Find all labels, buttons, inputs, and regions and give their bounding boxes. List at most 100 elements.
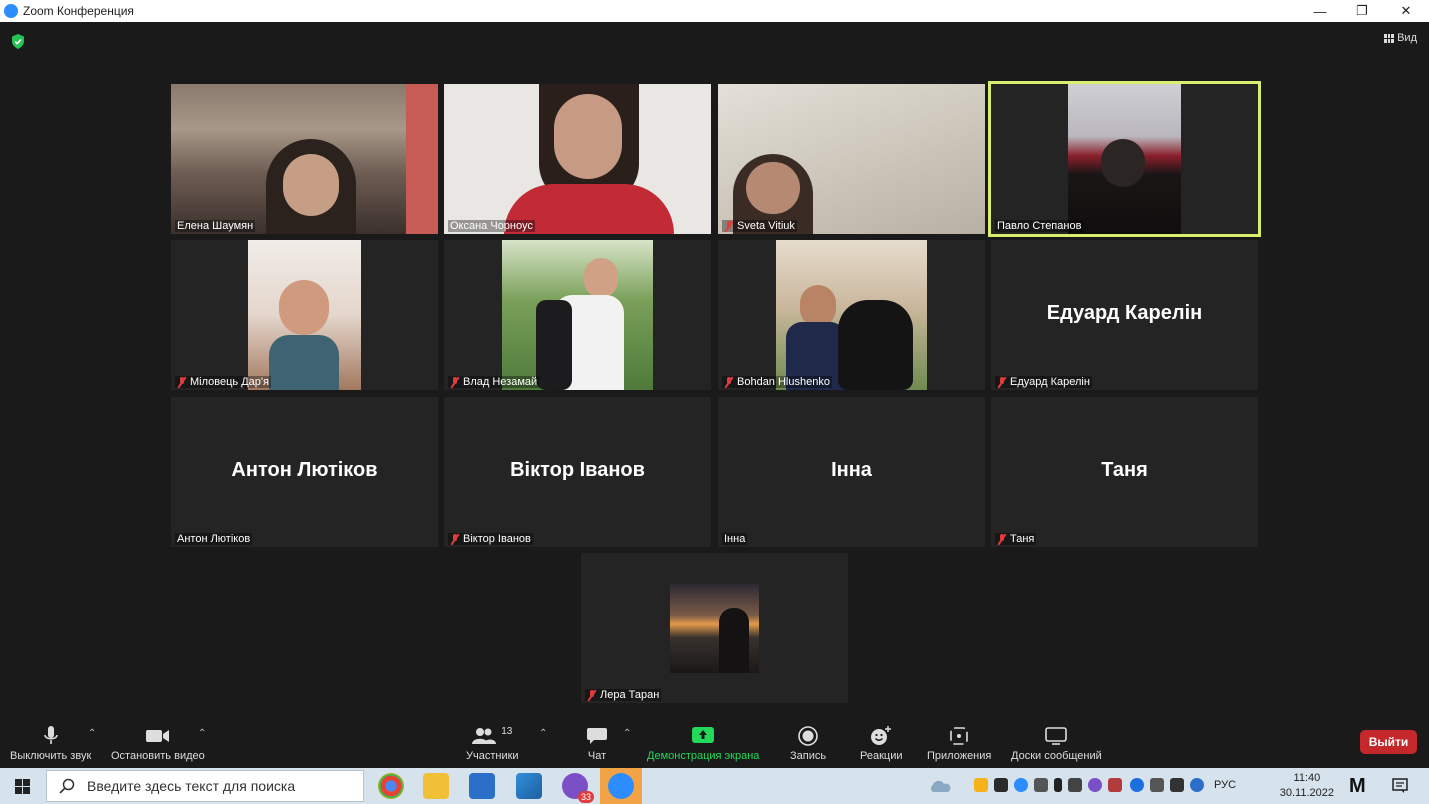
video-tile-active-speaker[interactable]: Павло Степанов xyxy=(988,81,1261,237)
video-label: Остановить видео xyxy=(111,750,205,762)
participant-name: Інна xyxy=(724,533,746,545)
antivirus-icon[interactable] xyxy=(1108,778,1122,792)
participant-video xyxy=(283,154,339,216)
meeting-toolbar: Выключить звук ⌃ Остановить видео ⌃ 13 У… xyxy=(0,720,1429,768)
participant-video xyxy=(800,285,836,327)
participant-name-tag: Едуард Карелін xyxy=(995,376,1092,388)
video-tile[interactable]: Елена Шаумян xyxy=(171,84,438,234)
clock[interactable]: 11:40 30.11.2022 xyxy=(1280,771,1334,801)
muted-mic-icon xyxy=(724,376,734,388)
notification-tray-icon[interactable] xyxy=(1068,778,1082,792)
viber-icon[interactable]: 33 xyxy=(562,773,594,803)
video-tile[interactable]: Міловець Дар'я xyxy=(171,240,438,390)
participant-video xyxy=(719,608,749,673)
participant-name-tag: Sveta Vitiuk xyxy=(722,220,797,232)
volume-icon[interactable] xyxy=(1150,778,1164,792)
participant-video xyxy=(584,258,618,298)
muted-mic-icon xyxy=(587,689,597,701)
clock-time: 11:40 xyxy=(1293,772,1321,784)
video-options-caret-icon[interactable]: ⌃ xyxy=(198,728,206,739)
notifications-icon[interactable] xyxy=(1392,778,1408,794)
zoom-taskbar-app[interactable] xyxy=(600,768,642,804)
video-tile[interactable]: Віктор Іванов Віктор Іванов xyxy=(444,397,711,547)
participant-name-tag: Антон Лютіков xyxy=(175,533,253,545)
participant-video xyxy=(838,300,913,390)
participant-name-tag: Влад Незамай xyxy=(448,376,540,388)
viber-tray-icon[interactable] xyxy=(1088,778,1102,792)
apps-button[interactable]: Приложения xyxy=(927,726,991,762)
participant-name-tag: Оксана Чорноус xyxy=(448,220,535,232)
participant-name: Віктор Іванов xyxy=(463,533,531,545)
chrome-icon[interactable] xyxy=(378,773,404,799)
photos-icon[interactable] xyxy=(516,773,542,799)
participant-name: Лера Таран xyxy=(600,689,660,701)
participant-display-name: Едуард Карелін xyxy=(1046,302,1203,324)
chat-label: Чат xyxy=(587,750,607,762)
video-tile[interactable]: Влад Незамай xyxy=(444,240,711,390)
record-button[interactable]: Запись xyxy=(790,726,826,762)
participant-video xyxy=(269,335,339,390)
participants-button[interactable]: 13 Участники xyxy=(466,726,519,762)
video-tile[interactable]: Sveta Vitiuk xyxy=(718,84,985,234)
muted-mic-icon xyxy=(724,220,734,232)
app-logo-icon[interactable]: M xyxy=(1349,775,1366,798)
maximize-button[interactable]: ❐ xyxy=(1340,0,1384,22)
zoom-tray-icon[interactable] xyxy=(1014,778,1028,792)
participant-video xyxy=(746,162,800,214)
share-screen-button[interactable]: Демонстрация экрана xyxy=(647,726,759,762)
video-tile[interactable]: Лера Таран xyxy=(581,553,848,703)
share-screen-icon xyxy=(692,726,715,746)
participants-icon: 13 xyxy=(472,726,512,746)
video-tile[interactable]: Едуард Карелін Едуард Карелін xyxy=(991,240,1258,390)
participant-display-name: Антон Лютіков xyxy=(231,459,378,481)
participant-name: Антон Лютіков xyxy=(177,533,251,545)
onedrive-cloud-icon[interactable] xyxy=(928,780,952,793)
reactions-button[interactable]: Реакции xyxy=(860,726,903,762)
camera-icon xyxy=(145,726,170,746)
clock-date: 30.11.2022 xyxy=(1279,787,1334,799)
audio-options-caret-icon[interactable]: ⌃ xyxy=(88,728,96,739)
word-icon[interactable] xyxy=(469,773,495,799)
participant-name: Павло Степанов xyxy=(997,220,1082,232)
zoom-logo-icon xyxy=(4,4,18,18)
view-button[interactable]: Вид xyxy=(1384,32,1417,44)
language-indicator[interactable]: РУС xyxy=(1214,779,1236,791)
chat-button[interactable]: Чат xyxy=(587,726,607,762)
title-bar: Zoom Конференция — ❐ ✕ xyxy=(0,0,1429,22)
bluetooth-icon[interactable] xyxy=(1130,778,1144,792)
participant-name: Міловець Дар'я xyxy=(190,376,269,388)
close-button[interactable]: ✕ xyxy=(1384,0,1428,22)
video-tile[interactable]: Антон Лютіков Антон Лютіков xyxy=(171,397,438,547)
participant-video xyxy=(406,84,438,234)
file-explorer-icon[interactable] xyxy=(423,773,449,799)
muted-mic-icon xyxy=(450,533,460,545)
security-shield-icon[interactable] xyxy=(11,34,25,49)
zoom-app-icon xyxy=(608,773,634,799)
participant-display-name: Інна xyxy=(831,459,872,481)
onedrive-tray-icon[interactable] xyxy=(1190,778,1204,792)
participants-label: Участники xyxy=(466,750,519,762)
microphone-tray-icon[interactable] xyxy=(1054,778,1062,792)
video-tile[interactable]: Оксана Чорноус xyxy=(444,84,711,234)
taskbar-search-box[interactable]: Введите здесь текст для поиска xyxy=(46,770,364,802)
video-tile[interactable]: Таня Таня xyxy=(991,397,1258,547)
display-icon[interactable] xyxy=(1034,778,1048,792)
google-drive-icon[interactable] xyxy=(974,778,988,792)
network-sharing-icon[interactable] xyxy=(994,778,1008,792)
video-tile[interactable]: Bohdan Hlushenko xyxy=(718,240,985,390)
mute-button[interactable]: Выключить звук xyxy=(10,726,91,762)
chat-options-caret-icon[interactable]: ⌃ xyxy=(623,728,631,739)
search-icon xyxy=(59,778,75,794)
stop-video-button[interactable]: Остановить видео xyxy=(111,726,205,762)
leave-meeting-button[interactable]: Выйти xyxy=(1360,730,1417,754)
muted-mic-icon xyxy=(450,376,460,388)
windows-start-icon[interactable] xyxy=(15,779,30,794)
battery-icon[interactable] xyxy=(1170,778,1184,792)
view-label: Вид xyxy=(1397,32,1417,44)
participants-options-caret-icon[interactable]: ⌃ xyxy=(539,728,547,739)
whiteboards-button[interactable]: Доски сообщений xyxy=(1011,726,1102,762)
video-tile[interactable]: Інна Інна xyxy=(718,397,985,547)
participant-video xyxy=(536,300,572,390)
microphone-icon xyxy=(43,726,58,746)
minimize-button[interactable]: — xyxy=(1298,0,1342,22)
